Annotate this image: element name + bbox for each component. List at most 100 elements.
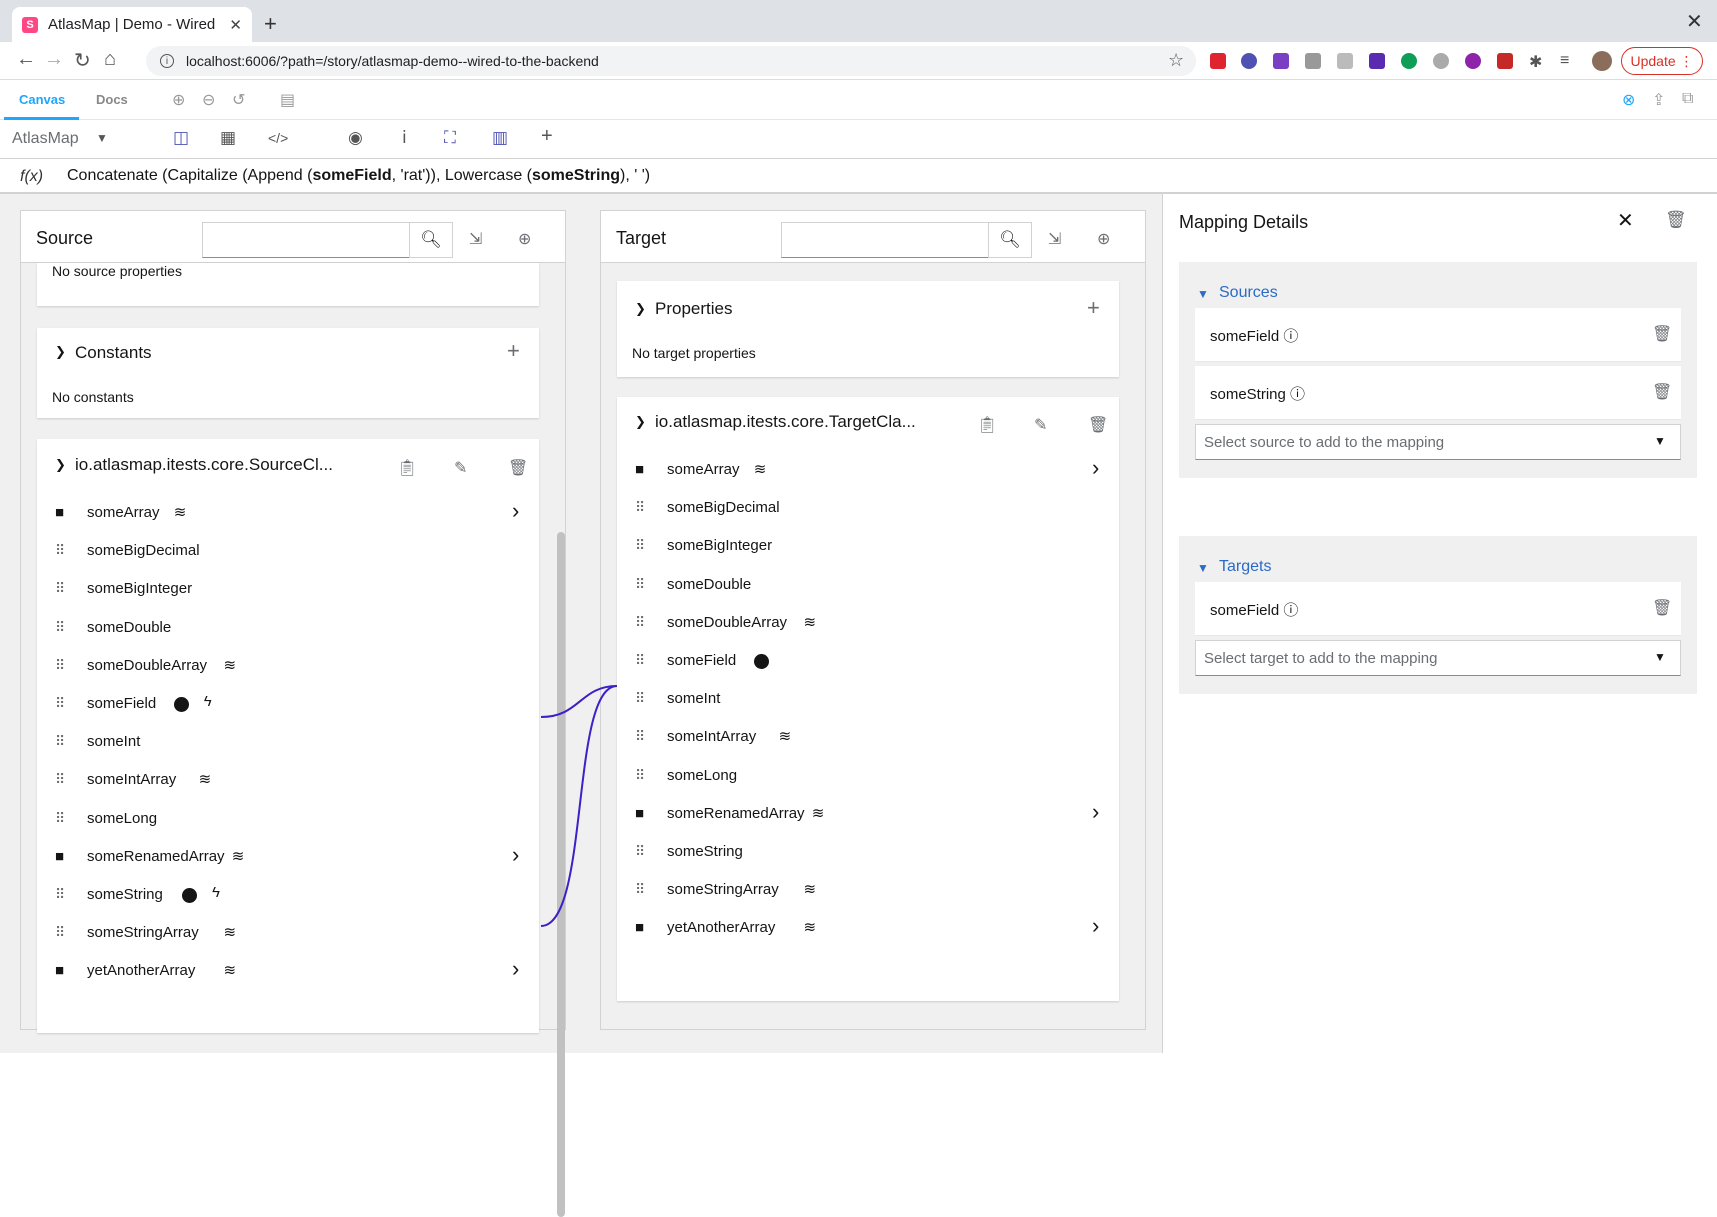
update-button[interactable]: Update ⋮ [1621, 47, 1703, 75]
share-icon[interactable]: ⇪ [1652, 90, 1665, 110]
field-row[interactable]: ⠿ someDouble [617, 566, 1119, 604]
zoom-reset-icon[interactable]: ↺ [232, 90, 245, 110]
import-icon[interactable]: ⇲ [469, 229, 482, 249]
puzzle-extensions-icon[interactable]: ✱ [1529, 52, 1542, 72]
copy-link-icon[interactable]: ⧉ [1682, 90, 1693, 108]
site-info-icon[interactable]: i [160, 54, 174, 68]
edit-icon[interactable]: ✎ [1034, 415, 1047, 435]
field-row[interactable]: ⠿ someString ϟ [37, 876, 539, 914]
new-tab-icon[interactable]: + [264, 11, 277, 37]
trash-icon[interactable]: 🗑︎ [1652, 598, 1672, 618]
drag-handle-icon[interactable]: ⠿ [55, 619, 65, 636]
map-icon[interactable]: ▥ [492, 128, 508, 148]
main-menu-dropdown-icon[interactable]: ▼ [96, 131, 108, 145]
close-addon-icon[interactable]: ⊗ [1622, 90, 1635, 110]
drag-handle-icon[interactable]: ⠿ [635, 843, 645, 860]
close-icon[interactable]: ✕ [1617, 208, 1634, 233]
add-constant-icon[interactable]: + [507, 338, 520, 364]
tab-canvas[interactable]: Canvas [19, 92, 65, 107]
clipboard-icon[interactable]: 📋︎ [977, 415, 997, 435]
import-icon[interactable]: ⇲ [1048, 229, 1061, 249]
field-row[interactable]: ⠿ someIntArray ≋ [617, 718, 1119, 756]
field-row[interactable]: ⠿ someInt [617, 680, 1119, 718]
mapped-fields-icon[interactable]: ⛶ [444, 128, 456, 148]
address-bar[interactable]: i localhost:6006/?path=/story/atlasmap-d… [146, 46, 1196, 76]
field-row[interactable]: ⠿ someLong [37, 800, 539, 838]
drag-handle-icon[interactable]: ⠿ [55, 733, 65, 750]
chevron-down-icon[interactable]: ❯ [635, 414, 646, 430]
info-icon[interactable]: ⓘ [1283, 602, 1298, 619]
field-row[interactable]: ⠿ someBigDecimal [37, 532, 539, 570]
show-preview-icon[interactable]: ◉ [348, 128, 363, 148]
info-icon[interactable]: ⓘ [1283, 328, 1298, 345]
extension-icon[interactable] [1305, 53, 1321, 69]
info-icon[interactable]: ⓘ [1290, 386, 1305, 403]
trash-icon[interactable]: 🗑︎ [1652, 382, 1672, 402]
field-row[interactable]: ⠿ someIntArray ≋ [37, 761, 539, 799]
trash-icon[interactable]: 🗑︎ [508, 458, 528, 478]
drag-handle-icon[interactable]: ⠿ [635, 728, 645, 745]
field-row[interactable]: ⠿ someStringArray ≋ [617, 871, 1119, 909]
extension-icon[interactable] [1210, 53, 1226, 69]
browser-tab[interactable]: S AtlasMap | Demo - Wired ✕ [12, 7, 252, 42]
extension-icon[interactable] [1369, 53, 1385, 69]
drag-handle-icon[interactable]: ⠿ [55, 657, 65, 674]
tab-docs[interactable]: Docs [96, 92, 128, 107]
trash-icon[interactable]: 🗑︎ [1652, 324, 1672, 344]
field-row[interactable]: ⠿ someDoubleArray ≋ [617, 604, 1119, 642]
chevron-down-icon[interactable]: ❯ [55, 344, 66, 360]
field-row[interactable]: ⠿ someField ϟ [37, 685, 539, 723]
bookmark-star-icon[interactable]: ☆ [1168, 50, 1184, 71]
field-row[interactable]: ■ someRenamedArray ≋ › [37, 838, 539, 876]
close-window-icon[interactable]: ✕ [1686, 9, 1703, 34]
expression-bar[interactable]: f(x) Concatenate (Capitalize (Append (so… [0, 158, 1717, 194]
field-row[interactable]: ⠿ someDoubleArray ≋ [37, 647, 539, 685]
zoom-out-icon[interactable]: ⊖ [202, 90, 215, 110]
sources-title[interactable]: Sources [1219, 284, 1278, 302]
source-scrollbar[interactable] [557, 532, 565, 1217]
target-select[interactable]: Select target to add to the mapping ▼ [1195, 640, 1681, 676]
field-row[interactable]: ⠿ someBigInteger [37, 570, 539, 608]
field-row[interactable]: ■ someArray ≋ › [37, 494, 539, 532]
field-row[interactable]: ⠿ someBigDecimal [617, 489, 1119, 527]
extension-icon[interactable] [1273, 53, 1289, 69]
field-row[interactable]: ■ yetAnotherArray ≋ › [37, 952, 539, 990]
source-select[interactable]: Select source to add to the mapping ▼ [1195, 424, 1681, 460]
constants-title[interactable]: Constants [75, 343, 152, 363]
targets-title[interactable]: Targets [1219, 558, 1271, 576]
extension-icon[interactable] [1401, 53, 1417, 69]
drag-handle-icon[interactable]: ⠿ [635, 576, 645, 593]
drag-handle-icon[interactable]: ⠿ [55, 810, 65, 827]
columns-view-icon[interactable]: ◫ [173, 128, 189, 148]
chevron-down-icon[interactable]: ▼ [1197, 561, 1209, 575]
field-row[interactable]: ⠿ someString [617, 833, 1119, 871]
chevron-down-icon[interactable]: ❯ [635, 301, 646, 317]
close-tab-icon[interactable]: ✕ [229, 16, 242, 34]
drag-handle-icon[interactable]: ⠿ [55, 886, 65, 903]
add-constant-circle-icon[interactable]: ⊕ [518, 229, 531, 249]
field-row[interactable]: ⠿ someLong [617, 757, 1119, 795]
chevron-down-icon[interactable]: ▼ [1197, 287, 1209, 301]
extension-icon[interactable] [1433, 53, 1449, 69]
delete-mapping-icon[interactable]: 🗑︎ [1665, 210, 1687, 230]
drag-handle-icon[interactable]: ⠿ [635, 690, 645, 707]
table-view-icon[interactable]: ▦ [220, 128, 236, 148]
forward-icon[interactable]: → [44, 48, 64, 71]
drag-handle-icon[interactable]: ⠿ [55, 542, 65, 559]
drag-handle-icon[interactable]: ⠿ [635, 499, 645, 516]
chevron-right-icon[interactable]: › [1092, 455, 1099, 481]
source-search-button[interactable]: 🔍︎ [409, 222, 453, 258]
info-icon[interactable]: ⅰ [402, 128, 407, 148]
target-search-button[interactable]: 🔍︎ [988, 222, 1032, 258]
drag-handle-icon[interactable]: ⠿ [635, 652, 645, 669]
background-icon[interactable]: ▤ [280, 90, 295, 110]
field-row[interactable]: ⠿ someStringArray ≋ [37, 914, 539, 952]
zoom-in-icon[interactable]: ⊕ [172, 90, 185, 110]
source-search-input[interactable] [202, 222, 410, 258]
field-row[interactable]: ⠿ someInt [37, 723, 539, 761]
drag-handle-icon[interactable]: ⠿ [635, 537, 645, 554]
chevron-down-icon[interactable]: ❯ [55, 457, 66, 473]
properties-title[interactable]: Properties [655, 299, 732, 319]
chevron-right-icon[interactable]: › [1092, 799, 1099, 825]
trash-icon[interactable]: 🗑︎ [1088, 415, 1108, 435]
